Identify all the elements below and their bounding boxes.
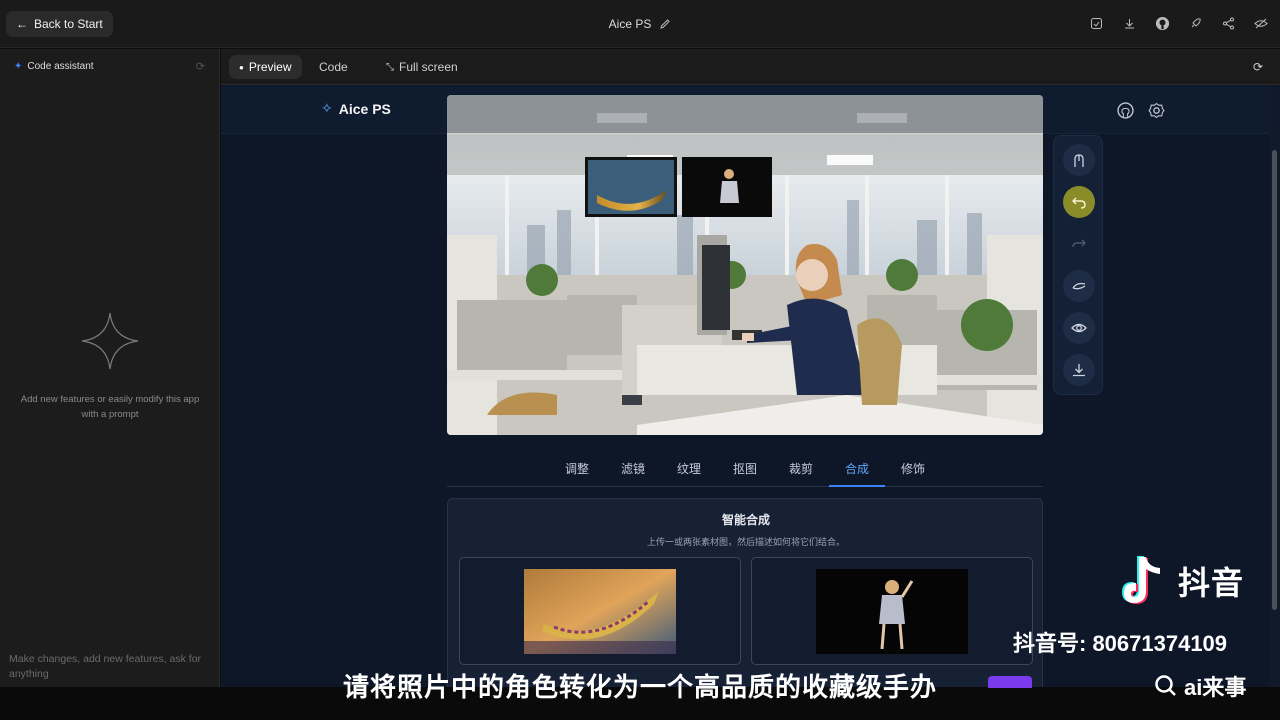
tab-cutout[interactable]: 抠图: [717, 460, 773, 477]
edit-pencil-icon[interactable]: [659, 18, 671, 30]
code-assistant-panel: ✦ Code assistant ⟳ Add new features or e…: [0, 49, 220, 687]
magic-sparkle-icon: ✧: [321, 100, 333, 116]
compare-button[interactable]: [1063, 270, 1095, 302]
arrow-left-icon: ←: [16, 17, 28, 31]
tab-full-screen[interactable]: ⤡ Full screen: [376, 55, 468, 79]
github-icon[interactable]: [1153, 14, 1171, 32]
github-icon[interactable]: [1117, 102, 1134, 119]
code-assistant-title: Code assistant: [27, 61, 94, 72]
tab-crop[interactable]: 裁剪: [773, 460, 829, 477]
deploy-rocket-icon[interactable]: [1186, 14, 1204, 32]
upload-slot-1[interactable]: [459, 557, 741, 665]
back-to-start-button[interactable]: ← Back to Start: [6, 11, 113, 37]
upload-slot-2[interactable]: [751, 557, 1033, 665]
hide-icon[interactable]: [1252, 14, 1270, 32]
tab-code[interactable]: Code: [309, 55, 358, 79]
undo-icon: [1072, 197, 1086, 209]
app-logo: ✧ Aice PS: [321, 100, 391, 117]
edit-mode-tabs: 调整 滤镜 纹理 抠图 裁剪 合成 修饰: [447, 454, 1043, 487]
share-icon[interactable]: [1219, 14, 1237, 32]
empty-state-text: Add new features or easily modify this a…: [20, 394, 200, 420]
four-point-star-icon: [81, 312, 139, 370]
refresh-icon[interactable]: ⟳: [196, 60, 205, 73]
download-icon[interactable]: [1120, 14, 1138, 32]
douyin-account-id: 抖音号: 80671374109: [1013, 631, 1228, 656]
tab-filter[interactable]: 滤镜: [605, 460, 661, 477]
tab-preview-label: Preview: [248, 60, 292, 74]
save-icon[interactable]: [1087, 14, 1105, 32]
expand-icon: ⤡: [386, 61, 394, 73]
tool-panel: [1053, 135, 1103, 395]
redo-icon: [1072, 239, 1086, 248]
back-label: Back to Start: [34, 17, 103, 31]
view-tabs: ● Preview Code ⤡ Full screen ⟳: [221, 49, 1280, 85]
scroll-thumb[interactable]: [1272, 150, 1277, 610]
douyin-logo-icon: [1122, 556, 1160, 604]
tab-full-screen-label: Full screen: [399, 60, 458, 74]
scrollbar[interactable]: [1269, 86, 1280, 687]
download-icon: [1073, 364, 1085, 377]
tab-adjust[interactable]: 调整: [549, 460, 605, 477]
edited-office-photo[interactable]: [447, 95, 1043, 435]
dot-icon: ●: [239, 62, 244, 72]
tab-code-label: Code: [319, 60, 348, 74]
active-tab-indicator: [829, 485, 885, 487]
tab-preview[interactable]: ● Preview: [229, 55, 302, 79]
douyin-watermark: 抖音: [1118, 553, 1244, 609]
redo-button[interactable]: [1063, 228, 1095, 260]
hand-icon: [1074, 154, 1084, 167]
top-bar: ← Back to Start Aice PS: [0, 0, 1280, 48]
app-name: Aice PS: [338, 100, 391, 117]
sparkle-icon: ✦: [14, 61, 23, 72]
top-actions: [1087, 14, 1270, 32]
compose-subtitle: 上传一或两张素材图，然后描述如何将它们结合。: [646, 537, 845, 547]
download-image-button[interactable]: [1063, 354, 1095, 386]
code-assistant-header: ✦ Code assistant: [14, 61, 94, 72]
tab-retouch[interactable]: 修饰: [885, 460, 941, 477]
tab-compose[interactable]: 合成: [829, 460, 885, 477]
app-title-text: Aice PS: [608, 17, 652, 31]
settings-gear-icon[interactable]: [1148, 102, 1165, 119]
banana-thumbnail: [524, 569, 676, 654]
eye-icon: [1071, 323, 1087, 333]
hand-tool-button[interactable]: [1063, 144, 1095, 176]
tab-texture[interactable]: 纹理: [661, 460, 717, 477]
video-subtitle: 请将照片中的角色转化为一个高品质的收藏级手办: [342, 672, 937, 702]
reload-icon[interactable]: ⟳: [1243, 55, 1273, 79]
undo-button[interactable]: [1063, 186, 1095, 218]
view-original-button[interactable]: [1063, 312, 1095, 344]
douyin-brand: 抖音: [1178, 565, 1245, 601]
compare-icon: [1072, 282, 1086, 290]
performer-thumbnail: [816, 569, 968, 654]
compose-title: 智能合成: [721, 513, 770, 527]
